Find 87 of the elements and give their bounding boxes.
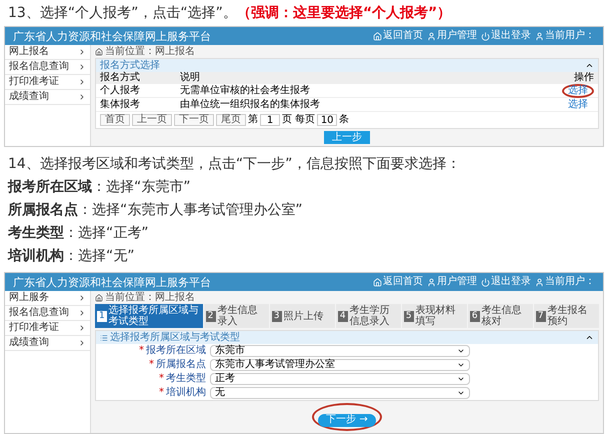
- sidebar-item[interactable]: 打印准考证: [5, 321, 90, 336]
- select-field[interactable]: 东莞市: [210, 345, 470, 357]
- step-label: 考生信息录入: [218, 305, 258, 327]
- requirement-text: 培训机构：选择“无”: [8, 246, 136, 266]
- column-header: 操作: [573, 73, 594, 83]
- pagination-button[interactable]: 下一页: [174, 114, 214, 126]
- select-field[interactable]: 东莞市人事考试管理办公室: [210, 359, 470, 371]
- step-label: 考生学历信息录入: [350, 305, 391, 327]
- required-mark: *: [159, 388, 164, 398]
- sidebar-item[interactable]: 成绩查询: [5, 90, 90, 105]
- platform-title: 广东省人力资源和社会保障网上服务平台: [13, 30, 211, 42]
- step-number: 4: [338, 310, 348, 322]
- pagination-button[interactable]: 首页: [100, 114, 130, 126]
- requirement-text: 考生类型：选择“正考”: [8, 224, 150, 243]
- header-link[interactable]: 当前用户：: [535, 31, 595, 41]
- required-mark: *: [139, 346, 144, 356]
- header-link[interactable]: 当前用户：: [535, 277, 595, 287]
- select-field[interactable]: 正考: [210, 373, 470, 385]
- platform-title: 广东省人力资源和社会保障网上服务平台: [13, 276, 211, 288]
- power-icon: [481, 32, 490, 40]
- emphasis-text: （强调：这里要选择“个人报考”）: [236, 4, 452, 23]
- step-number: 7: [536, 310, 546, 322]
- user-icon: [427, 278, 436, 286]
- sidebar-item[interactable]: 报名信息查询: [5, 306, 90, 321]
- step-label: 考生报名预约: [548, 305, 589, 327]
- page-field[interactable]: 1: [260, 114, 280, 126]
- select-field[interactable]: 无: [210, 387, 470, 399]
- collapse-icon[interactable]: [585, 333, 594, 342]
- page-label: 第: [248, 115, 258, 125]
- header-link[interactable]: 返回首页: [373, 31, 423, 41]
- column-header: 报名方式: [100, 73, 141, 83]
- home-icon: [95, 48, 103, 56]
- field-label: 考生类型: [166, 374, 206, 384]
- field-label: 报考所在区域: [146, 346, 206, 356]
- required-mark: *: [159, 374, 164, 384]
- table-cell-text: 无需单位审核的社会考生报考: [180, 86, 311, 96]
- header-link[interactable]: 退出登录: [481, 31, 531, 41]
- home-icon: [373, 278, 382, 286]
- sidebar-item[interactable]: 报名信息查询: [5, 60, 90, 75]
- header-link[interactable]: 用户管理: [427, 31, 477, 41]
- table-cell-text: 个人报考: [100, 86, 141, 96]
- step-number: 5: [404, 310, 414, 322]
- step-label: 照片上传: [284, 310, 324, 322]
- table-cell-text: 集体报考: [100, 100, 141, 110]
- step-label: 选择报考所属区域与考试类型: [108, 305, 200, 327]
- step-number: 2: [206, 310, 216, 322]
- list-icon: [100, 334, 108, 342]
- instruction-text: 13、选择“个人报考”，点击“选择”。: [8, 4, 237, 23]
- step-label: 考生信息核对: [482, 305, 523, 327]
- sidebar-item[interactable]: 网上报名: [5, 45, 90, 60]
- unit-label: 条: [339, 115, 350, 125]
- user-icon: [427, 32, 436, 40]
- requirement-text: 报考所在区域：选择“东莞市”: [8, 178, 192, 197]
- step-number: 1: [97, 310, 107, 322]
- home-icon: [373, 32, 382, 40]
- user-icon: [535, 32, 544, 40]
- required-mark: *: [149, 360, 154, 370]
- table-cell-text: 由单位统一组织报名的集体报考: [180, 100, 321, 110]
- select-link[interactable]: 选择: [568, 99, 588, 110]
- select-link[interactable]: 选择: [568, 85, 588, 96]
- requirement-text: 所属报名点：选择“东莞市人事考试管理办公室”: [8, 201, 304, 220]
- step-number: 3: [272, 310, 282, 322]
- pagination-button[interactable]: 上一页: [132, 114, 172, 126]
- pagination-button[interactable]: 尾页: [216, 114, 246, 126]
- field-label: 所属报名点: [156, 360, 206, 370]
- per-page-label: 页 每页: [282, 115, 316, 125]
- panel-title: 选择报考所属区域与考试类型: [110, 332, 240, 342]
- header-link[interactable]: 用户管理: [427, 277, 477, 287]
- wizard-step[interactable]: 3 照片上传: [270, 304, 335, 328]
- breadcrumb: 当前位置：网上报名: [105, 292, 195, 302]
- sidebar-item[interactable]: 成绩查询: [5, 336, 90, 351]
- instruction-text: 14、选择报考区域和考试类型，点击“下一步”，信息按照下面要求选择：: [8, 155, 462, 174]
- collapse-icon[interactable]: [585, 61, 594, 70]
- user-icon: [535, 278, 544, 286]
- column-header: 说明: [180, 73, 200, 83]
- breadcrumb: 当前位置：网上报名: [105, 46, 195, 56]
- field-label: 培训机构: [166, 388, 206, 398]
- step-number: 6: [470, 310, 480, 322]
- panel-title: 报名方式选择: [100, 60, 160, 70]
- power-icon: [481, 278, 490, 286]
- home-icon: [95, 294, 103, 302]
- sidebar-item[interactable]: 网上服务: [5, 291, 90, 306]
- sidebar-item[interactable]: 打印准考证: [5, 75, 90, 90]
- header-link[interactable]: 退出登录: [481, 277, 531, 287]
- header-link[interactable]: 返回首页: [373, 277, 423, 287]
- step-label: 表现材料填写: [416, 305, 457, 327]
- per-page-field[interactable]: 10: [317, 114, 338, 126]
